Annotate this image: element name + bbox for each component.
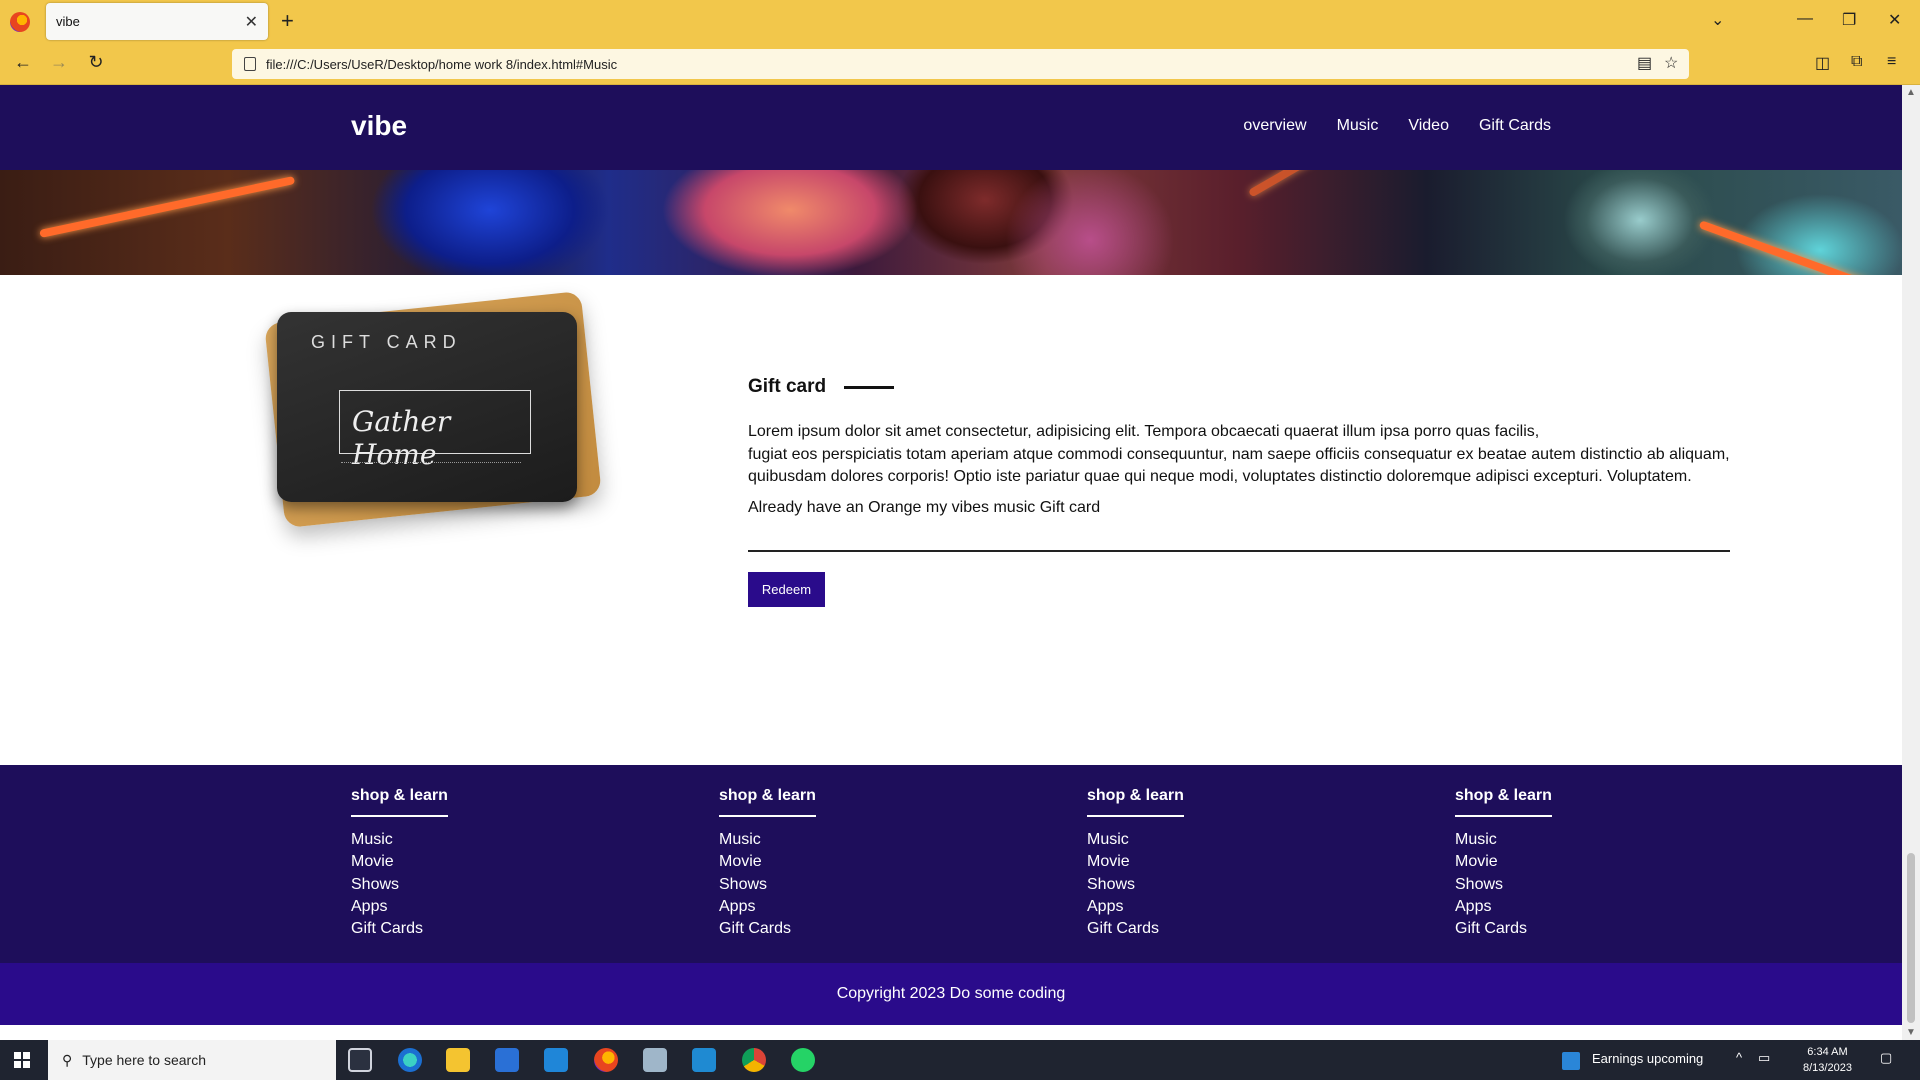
close-window-icon[interactable]: ✕ bbox=[1888, 10, 1901, 30]
forward-icon[interactable]: → bbox=[47, 52, 71, 73]
footer-heading: shop & learn bbox=[1087, 787, 1184, 817]
footer-link-apps[interactable]: Apps bbox=[719, 896, 816, 918]
footer-link-music[interactable]: Music bbox=[1455, 829, 1552, 851]
search-icon: ⚲ bbox=[62, 1051, 73, 1068]
browser-tab[interactable]: vibe ✕ bbox=[46, 3, 268, 40]
tab-title: vibe bbox=[56, 14, 80, 29]
footer-heading: shop & learn bbox=[1455, 787, 1552, 817]
copyright: Copyright 2023 Do some coding bbox=[0, 963, 1902, 1025]
close-tab-icon[interactable]: ✕ bbox=[245, 12, 258, 32]
footer-link-music[interactable]: Music bbox=[351, 829, 448, 851]
list-tabs-icon[interactable]: ⌄ bbox=[1711, 10, 1724, 30]
scroll-up-icon[interactable]: ▲ bbox=[1906, 87, 1916, 98]
store-icon[interactable] bbox=[495, 1048, 519, 1072]
footer-link-gift-cards[interactable]: Gift Cards bbox=[1455, 918, 1552, 940]
whatsapp-icon[interactable] bbox=[791, 1048, 815, 1072]
footer: shop & learn Music Movie Shows Apps Gift… bbox=[0, 765, 1902, 963]
notification-icon[interactable]: ▢ bbox=[1880, 1050, 1892, 1066]
nav-link-video[interactable]: Video bbox=[1408, 117, 1449, 135]
news-icon[interactable] bbox=[1562, 1052, 1580, 1070]
site-header: vibe overview Music Video Gift Cards bbox=[0, 85, 1902, 170]
footer-link-movie[interactable]: Movie bbox=[351, 851, 448, 873]
gift-heading-row: Gift card bbox=[748, 376, 895, 398]
footer-heading: shop & learn bbox=[719, 787, 816, 817]
taskbar-search[interactable]: ⚲ Type here to search bbox=[48, 1040, 336, 1080]
chrome-icon[interactable] bbox=[742, 1048, 766, 1072]
search-placeholder: Type here to search bbox=[82, 1052, 207, 1068]
footer-link-gift-cards[interactable]: Gift Cards bbox=[719, 918, 816, 940]
footer-column: shop & learn Music Movie Shows Apps Gift… bbox=[351, 787, 448, 940]
gift-card-image: GIFT CARD Gather Home bbox=[262, 285, 632, 560]
site-nav: overview Music Video Gift Cards bbox=[1243, 117, 1551, 135]
reader-view-icon[interactable]: ▤ bbox=[1637, 53, 1652, 73]
footer-column: shop & learn Music Movie Shows Apps Gift… bbox=[1455, 787, 1552, 940]
heading-rule bbox=[844, 385, 895, 389]
card-image-logo: Gather Home bbox=[339, 390, 531, 471]
footer-link-apps[interactable]: Apps bbox=[1455, 896, 1552, 918]
site-logo[interactable]: vibe bbox=[351, 110, 407, 142]
scrollbar-thumb[interactable] bbox=[1907, 853, 1915, 1023]
clock[interactable]: 6:34 AM 8/13/2023 bbox=[1803, 1044, 1852, 1076]
nav-link-gift-cards[interactable]: Gift Cards bbox=[1479, 117, 1551, 135]
footer-link-shows[interactable]: Shows bbox=[351, 874, 448, 896]
divider bbox=[748, 550, 1730, 552]
redeem-button[interactable]: Redeem bbox=[748, 572, 825, 607]
footer-link-movie[interactable]: Movie bbox=[1087, 851, 1184, 873]
footer-link-music[interactable]: Music bbox=[719, 829, 816, 851]
nav-link-music[interactable]: Music bbox=[1337, 117, 1379, 135]
browser-tab-bar: vibe ✕ + ⌄ — ❐ ✕ bbox=[0, 0, 1920, 43]
menu-icon[interactable]: ≡ bbox=[1887, 53, 1896, 71]
gift-heading: Gift card bbox=[748, 376, 827, 397]
minimize-icon[interactable]: — bbox=[1797, 10, 1813, 28]
footer-link-shows[interactable]: Shows bbox=[1087, 874, 1184, 896]
page-icon bbox=[244, 57, 256, 71]
page-scrollbar[interactable]: ▲ ▼ bbox=[1902, 85, 1920, 1040]
vscode-icon[interactable] bbox=[692, 1048, 716, 1072]
footer-link-movie[interactable]: Movie bbox=[719, 851, 816, 873]
card-image-title: GIFT CARD bbox=[311, 332, 462, 352]
nav-link-overview[interactable]: overview bbox=[1243, 117, 1306, 135]
footer-link-apps[interactable]: Apps bbox=[351, 896, 448, 918]
gift-description: Lorem ipsum dolor sit amet consectetur, … bbox=[748, 423, 1730, 485]
browser-nav-bar: ← → ↻ file:///C:/Users/UseR/Desktop/home… bbox=[0, 43, 1920, 85]
tray-chevron-icon[interactable]: ^ bbox=[1736, 1050, 1742, 1065]
notepad-icon[interactable] bbox=[643, 1048, 667, 1072]
network-icon[interactable]: ▭ bbox=[1758, 1050, 1770, 1066]
footer-heading: shop & learn bbox=[351, 787, 448, 817]
bookmark-star-icon[interactable]: ☆ bbox=[1664, 53, 1678, 73]
restore-icon[interactable]: ❐ bbox=[1842, 10, 1856, 30]
footer-column: shop & learn Music Movie Shows Apps Gift… bbox=[1087, 787, 1184, 940]
footer-link-apps[interactable]: Apps bbox=[1087, 896, 1184, 918]
news-widget[interactable]: Earnings upcoming bbox=[1592, 1051, 1703, 1066]
reload-icon[interactable]: ↻ bbox=[84, 52, 108, 73]
firefox-taskbar-icon[interactable] bbox=[594, 1048, 618, 1072]
new-tab-icon[interactable]: + bbox=[281, 9, 294, 33]
web-page: vibe overview Music Video Gift Cards GIF… bbox=[0, 85, 1902, 1040]
extensions-icon[interactable]: ⧉ bbox=[1851, 53, 1862, 71]
footer-link-gift-cards[interactable]: Gift Cards bbox=[1087, 918, 1184, 940]
gift-already-text: Already have an Orange my vibes music Gi… bbox=[748, 499, 1101, 516]
footer-link-gift-cards[interactable]: Gift Cards bbox=[351, 918, 448, 940]
pocket-icon[interactable]: ◫ bbox=[1815, 53, 1830, 73]
url-bar[interactable]: file:///C:/Users/UseR/Desktop/home work … bbox=[232, 49, 1689, 79]
task-view-icon[interactable] bbox=[348, 1048, 372, 1072]
firefox-icon bbox=[10, 11, 30, 32]
mail-icon[interactable] bbox=[544, 1048, 568, 1072]
footer-link-shows[interactable]: Shows bbox=[719, 874, 816, 896]
windows-taskbar: ⚲ Type here to search Earnings upcoming … bbox=[0, 1040, 1920, 1080]
edge-icon[interactable] bbox=[398, 1048, 422, 1072]
file-explorer-icon[interactable] bbox=[446, 1048, 470, 1072]
footer-link-shows[interactable]: Shows bbox=[1455, 874, 1552, 896]
windows-start-icon[interactable] bbox=[14, 1052, 30, 1068]
url-text: file:///C:/Users/UseR/Desktop/home work … bbox=[266, 56, 618, 72]
scroll-down-icon[interactable]: ▼ bbox=[1906, 1027, 1916, 1038]
footer-column: shop & learn Music Movie Shows Apps Gift… bbox=[719, 787, 816, 940]
back-icon[interactable]: ← bbox=[11, 52, 35, 73]
footer-link-music[interactable]: Music bbox=[1087, 829, 1184, 851]
footer-link-movie[interactable]: Movie bbox=[1455, 851, 1552, 873]
hero-banner-image bbox=[0, 170, 1902, 275]
